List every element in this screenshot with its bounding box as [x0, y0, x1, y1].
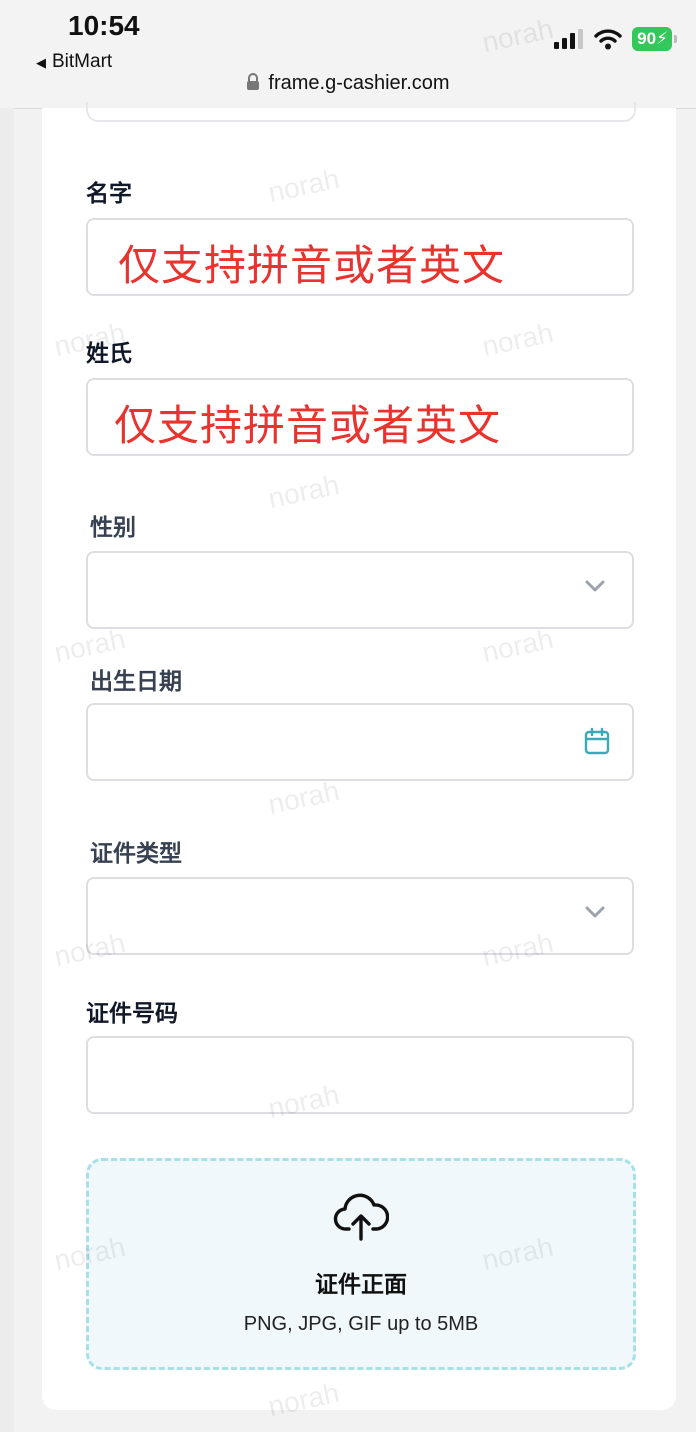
lock-icon [247, 73, 260, 90]
battery-icon: 90⚡ [632, 27, 677, 51]
gender-select[interactable] [86, 551, 634, 629]
status-time: 10:54 [68, 10, 140, 41]
kyc-form-card: 名字 仅支持拼音或者英文 姓氏 仅支持拼音或者英文 性别 出生日期 证件类型 证… [42, 102, 676, 1410]
back-app-label: BitMart [52, 51, 113, 72]
id-number-label: 证件号码 [86, 1000, 178, 1026]
id-type-label: 证件类型 [90, 840, 182, 866]
id-type-select[interactable] [86, 877, 634, 955]
chevron-down-icon [585, 580, 605, 592]
back-to-app-link[interactable]: ◀ BitMart [36, 51, 112, 73]
id-number-input[interactable] [86, 1036, 634, 1114]
last-name-hint: 仅支持拼音或者英文 [114, 402, 502, 449]
gender-label: 性别 [90, 514, 136, 540]
wifi-icon [594, 29, 622, 50]
first-name-input[interactable]: 仅支持拼音或者英文 [86, 218, 634, 296]
cloud-upload-icon [333, 1193, 389, 1241]
first-name-label: 名字 [86, 180, 132, 206]
status-icons: 90⚡ [554, 26, 677, 52]
upload-title: 证件正面 [315, 1271, 407, 1297]
back-arrow-icon: ◀ [36, 55, 46, 70]
page-edge [0, 108, 14, 1432]
last-name-label: 姓氏 [86, 340, 132, 366]
signal-icon [554, 29, 584, 49]
address-bar[interactable]: frame.g-cashier.com [0, 72, 696, 95]
last-name-input[interactable]: 仅支持拼音或者英文 [86, 378, 634, 456]
browser-bar: 10:54 ◀ BitMart 90⚡ frame.g-cashier.com [0, 0, 696, 109]
upload-file-hint: PNG, JPG, GIF up to 5MB [243, 1313, 479, 1335]
url-text: frame.g-cashier.com [268, 72, 450, 94]
calendar-icon[interactable] [584, 727, 610, 755]
birth-date-input[interactable] [86, 703, 634, 781]
first-name-hint: 仅支持拼音或者英文 [118, 242, 506, 289]
chevron-down-icon [585, 906, 605, 918]
birth-date-label: 出生日期 [90, 668, 182, 694]
previous-field-edge [86, 102, 636, 122]
id-front-upload-area[interactable]: 证件正面 PNG, JPG, GIF up to 5MB [86, 1158, 636, 1370]
